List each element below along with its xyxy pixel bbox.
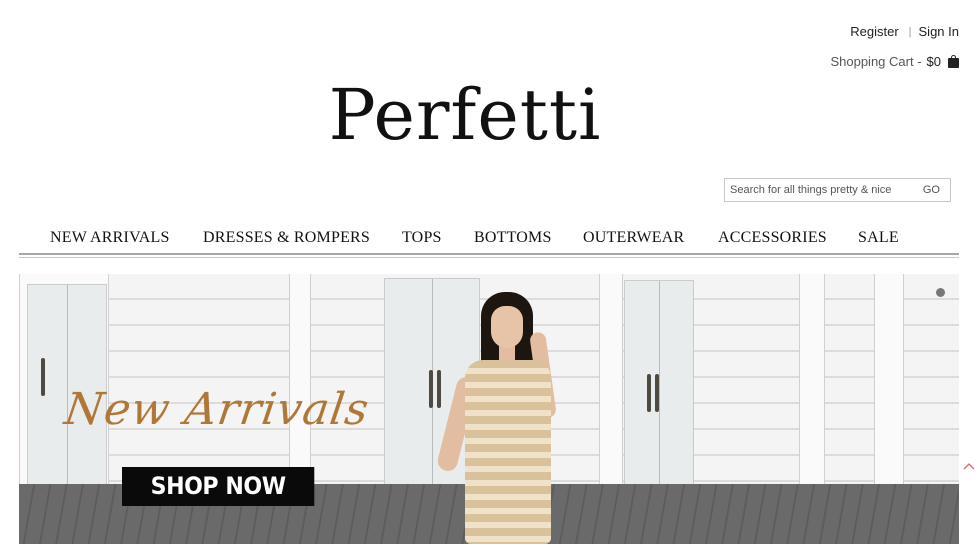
door-handle [41,358,45,396]
chevron-up-icon[interactable] [963,461,975,473]
register-link[interactable]: Register [850,24,898,39]
cart-label: Shopping Cart - [830,54,922,69]
main-nav: NEW ARRIVALS DRESSES & ROMPERS TOPS BOTT… [19,226,959,252]
slider-dot[interactable] [936,288,945,297]
door-handle [647,374,651,412]
sign-in-link[interactable]: Sign In [919,24,959,39]
site-logo[interactable]: Perfetti [0,72,930,158]
nav-divider [19,253,959,258]
nav-item-outerwear[interactable]: OUTERWEAR [583,229,684,247]
door-handle [429,370,433,408]
nav-item-new-arrivals[interactable]: NEW ARRIVALS [50,229,170,247]
hero-door [624,280,694,489]
account-links: Register | Sign In [850,24,959,39]
nav-item-sale[interactable]: SALE [858,229,899,247]
hero-banner[interactable]: New Arrivals SHOP NOW [19,274,959,544]
search-box: GO [724,178,951,202]
nav-item-dresses-rompers[interactable]: DRESSES & ROMPERS [203,229,370,247]
nav-item-accessories[interactable]: ACCESSORIES [718,229,827,247]
hero-pillar [599,274,623,489]
hero-model-photo [435,292,579,544]
hero-headline: New Arrivals [61,384,373,435]
shopping-cart-link[interactable]: Shopping Cart - $0 [830,54,959,69]
link-separator: | [908,25,912,38]
shopping-bag-icon [948,55,959,68]
shop-now-button[interactable]: SHOP NOW [122,467,315,506]
door-handle [655,374,659,412]
hero-pillar [799,274,825,489]
nav-item-tops[interactable]: TOPS [402,229,442,247]
hero-pillar [289,274,311,489]
cart-total: $0 [926,54,941,69]
search-go-button[interactable]: GO [923,184,950,196]
nav-item-bottoms[interactable]: BOTTOMS [474,229,552,247]
search-input[interactable] [725,184,923,196]
hero-pillar [874,274,904,489]
